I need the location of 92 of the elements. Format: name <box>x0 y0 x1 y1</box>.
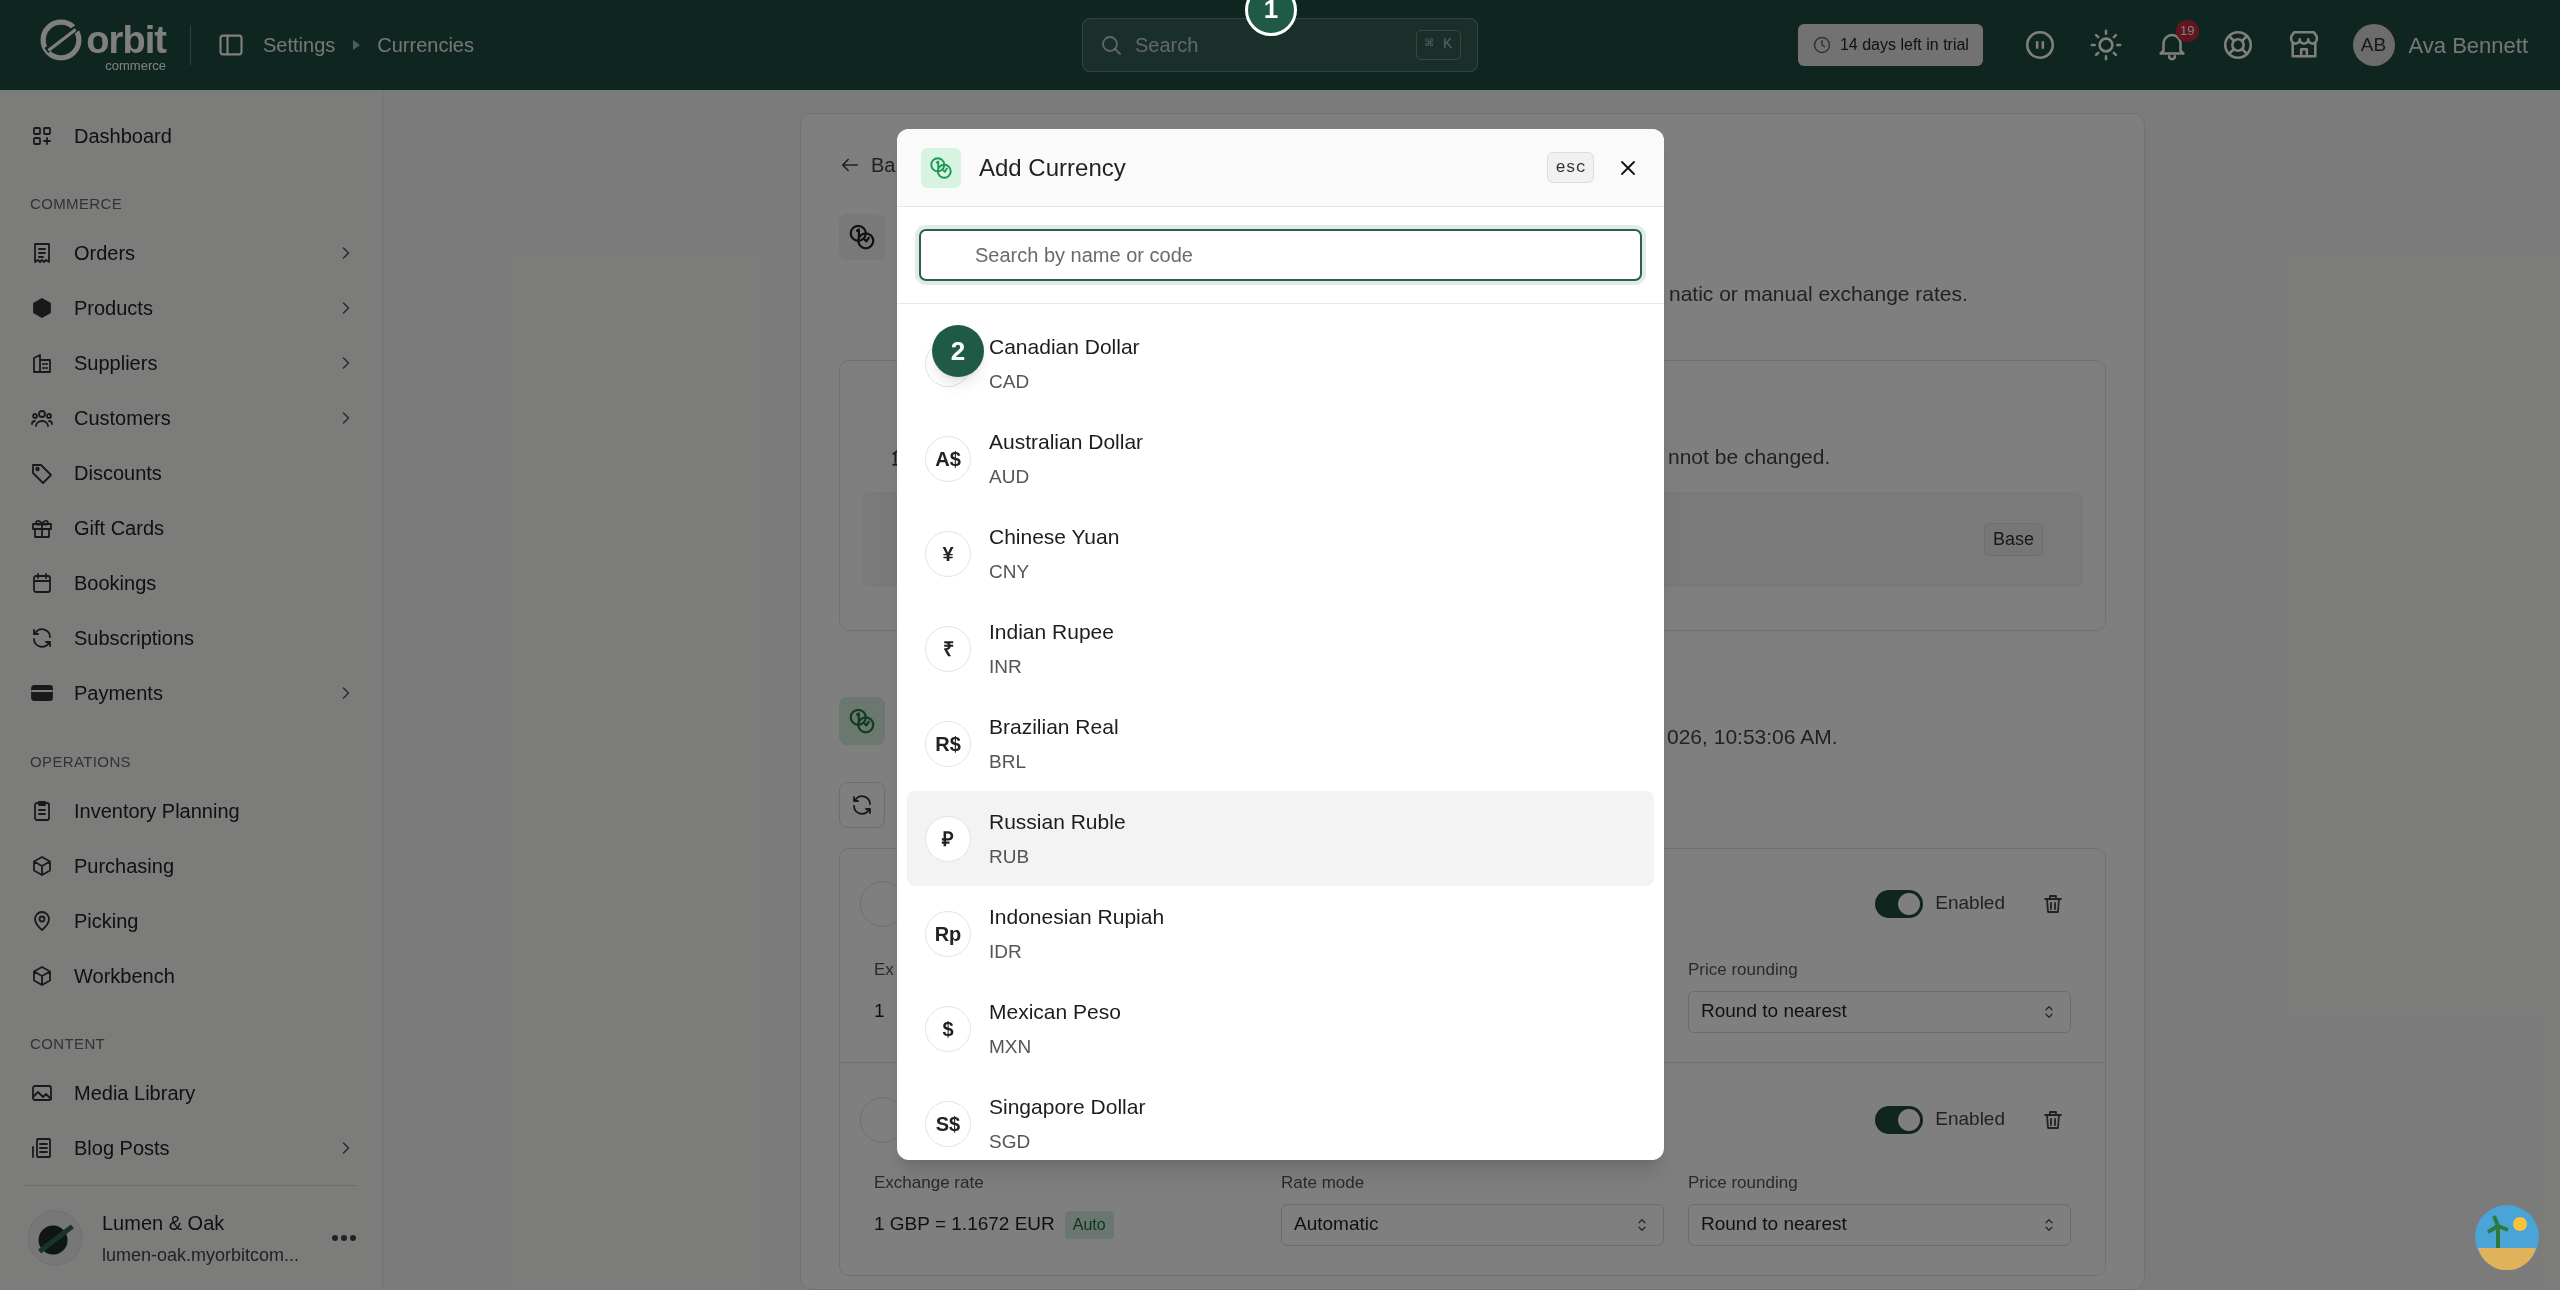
user-avatar[interactable]: AB <box>2352 24 2395 66</box>
sidebar-item[interactable]: Orders <box>0 225 382 281</box>
currency-name: Canadian Dollar <box>989 333 1140 360</box>
breadcrumb-separator-icon <box>351 39 362 51</box>
currency-code: MXN <box>989 1035 1033 1059</box>
currency-code: INR <box>989 655 1023 679</box>
currency-name: Russian Ruble <box>989 808 1126 835</box>
assistant-avatar-drawing[interactable] <box>2474 1204 2540 1270</box>
sidebar-item[interactable]: Payments <box>0 665 382 721</box>
currency-code: RUB <box>989 845 1031 869</box>
logo-text: orbit <box>86 20 166 59</box>
sidebar-item[interactable]: Blog Posts <box>0 1120 382 1176</box>
page-description: natic or manual exchange rates. <box>1669 281 1969 307</box>
auto-badge: Auto <box>1064 1210 1114 1239</box>
trial-badge[interactable]: 14 days left in trial <box>1797 24 1983 66</box>
field-label: Ex <box>874 958 895 979</box>
package-icon <box>30 963 54 988</box>
cube-icon <box>30 296 54 320</box>
calendar-icon <box>30 571 54 595</box>
currency-code: IDR <box>989 940 1023 964</box>
exchange-rate-value: 1 GBP = 1.1672 EUR <box>874 1212 1055 1237</box>
logo-icon <box>40 18 83 61</box>
sidebar-item[interactable]: Picking <box>0 893 382 948</box>
currency-name: Mexican Peso <box>989 998 1121 1025</box>
toggle-label: Enabled <box>1935 891 2005 916</box>
sidebar-item[interactable]: Media Library <box>0 1065 382 1121</box>
sidebar-item[interactable]: Purchasing <box>0 838 382 893</box>
currency-code: SGD <box>989 1130 1032 1154</box>
coins-icon <box>928 154 954 181</box>
section-heading: CONTENT <box>29 1034 107 1054</box>
refresh-icon <box>30 626 54 650</box>
currency-name: Singapore Dollar <box>989 1093 1146 1120</box>
document-icon <box>30 1136 54 1160</box>
field-label: Price rounding <box>1688 958 1799 979</box>
store-name: Lumen & Oak <box>102 1210 226 1236</box>
sun-icon <box>2088 28 2123 62</box>
esc-hint: esc <box>1547 151 1594 184</box>
sidebar-item[interactable]: Dashboard <box>0 108 382 163</box>
select-field[interactable]: Round to nearest <box>1688 1203 2071 1246</box>
theme-button[interactable] <box>2088 28 2123 62</box>
section-heading: COMMERCE <box>29 194 124 214</box>
base-currency-note: nnot be changed. <box>1668 443 1831 470</box>
select-field[interactable]: Round to nearest <box>1688 990 2071 1033</box>
sidebar-item[interactable]: Bookings <box>0 555 382 611</box>
base-badge: Base <box>1983 523 2043 556</box>
select-field[interactable]: Automatic <box>1281 1203 1664 1246</box>
toggle-switch[interactable] <box>1875 1105 1924 1134</box>
currency-name: Indonesian Rupiah <box>989 903 1165 930</box>
currency-code: CNY <box>989 560 1031 584</box>
rates-updated-text: 026, 10:53:06 AM. <box>1667 724 1838 750</box>
refresh-icon <box>850 792 874 817</box>
more-icon <box>332 1235 356 1241</box>
currency-option[interactable]: ₽ Russian Ruble RUB <box>907 791 1654 886</box>
currency-name: Australian Dollar <box>989 428 1144 455</box>
field-label: Price rounding <box>1688 1171 1799 1192</box>
store-url: lumen-oak.myorbitcom... <box>102 1243 300 1267</box>
back-link[interactable]: Ba <box>871 150 896 180</box>
package-icon <box>30 853 54 878</box>
toggle-label: Enabled <box>1935 1107 2005 1132</box>
currency-code: AUD <box>989 465 1031 489</box>
logo-tagline: commerce <box>105 58 166 72</box>
sidebar-item[interactable]: Products <box>0 280 382 336</box>
breadcrumb-link[interactable]: Settings <box>263 30 336 60</box>
dialog-title: Add Currency <box>979 152 1126 183</box>
currency-name: Chinese Yuan <box>989 523 1120 550</box>
user-name[interactable]: Ava Bennett <box>2408 28 2528 62</box>
section-heading: OPERATIONS <box>29 751 132 772</box>
store-logo-icon <box>26 1209 84 1267</box>
trial-text: 14 days left in trial <box>1839 35 1969 55</box>
currency-code: BRL <box>989 750 1027 774</box>
building-icon <box>30 351 54 375</box>
sidebar-item[interactable]: Customers <box>0 390 382 446</box>
coins-icon <box>847 222 877 252</box>
sidebar-item[interactable]: Inventory Planning <box>0 783 382 838</box>
breadcrumb-current: Currencies <box>377 33 474 58</box>
refresh-button[interactable] <box>839 781 885 828</box>
clock-icon <box>1811 35 1832 55</box>
currency-code: CAD <box>989 370 1031 394</box>
sidebar-item[interactable]: Suppliers <box>0 335 382 391</box>
currency-name: Indian Rupee <box>989 618 1114 645</box>
exchange-rate-value: 1 <box>874 999 885 1024</box>
more-button[interactable] <box>332 1235 356 1241</box>
sidebar-item[interactable]: Workbench <box>0 948 382 1003</box>
notification-count: 19 <box>2176 20 2199 42</box>
currency-name: Brazilian Real <box>989 713 1119 740</box>
toggle-switch[interactable] <box>1875 889 1924 918</box>
sidebar-item[interactable]: Subscriptions <box>0 610 382 666</box>
sidebar-item[interactable]: Gift Cards <box>0 500 382 556</box>
sidebar-item[interactable]: Discounts <box>0 445 382 501</box>
field-label: Exchange rate <box>874 1171 985 1192</box>
tag-icon <box>30 461 54 485</box>
field-label: Rate mode <box>1281 1171 1366 1192</box>
